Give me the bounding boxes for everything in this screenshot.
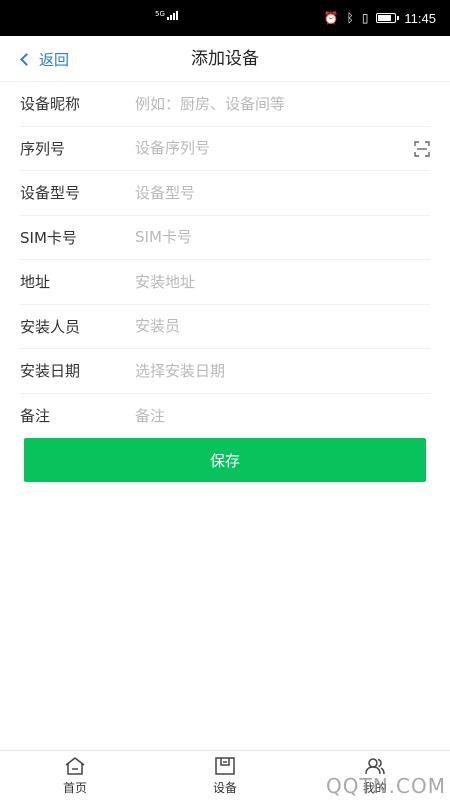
field-label: 设备昵称 bbox=[20, 95, 81, 114]
field-label: 备注 bbox=[20, 407, 51, 426]
network-type: 5G bbox=[155, 10, 165, 18]
device-icon bbox=[214, 756, 236, 776]
tab-label: 我的 bbox=[362, 780, 387, 795]
signal-icon: 5G bbox=[155, 11, 178, 20]
form-row-sim: SIM卡号 bbox=[20, 216, 430, 260]
install-date-picker[interactable] bbox=[135, 350, 430, 391]
nickname-input[interactable] bbox=[135, 83, 430, 124]
form-row-remark: 备注 bbox=[20, 394, 430, 439]
alarm-icon: ⏰ bbox=[323, 11, 339, 25]
add-device-form: 设备昵称 序列号 设备型号 SIM卡号 地址 安装人员 安装日期 备注 bbox=[0, 82, 450, 438]
address-input[interactable] bbox=[135, 261, 430, 302]
back-label: 返回 bbox=[39, 50, 70, 69]
tab-label: 设备 bbox=[212, 780, 237, 795]
tab-bar: 首页 设备 我的 bbox=[0, 750, 450, 800]
tab-mine[interactable]: 我的 bbox=[300, 751, 450, 800]
form-row-address: 地址 bbox=[20, 260, 430, 305]
tab-home[interactable]: 首页 bbox=[0, 751, 150, 800]
form-row-installer: 安装人员 bbox=[20, 305, 430, 349]
serial-number-input[interactable] bbox=[135, 128, 430, 169]
bluetooth-icon: ᛒ bbox=[346, 11, 354, 25]
scan-icon[interactable] bbox=[414, 140, 430, 157]
form-row-serial: 序列号 bbox=[20, 127, 430, 171]
field-label: 设备型号 bbox=[20, 184, 81, 203]
sim-number-input[interactable] bbox=[135, 217, 430, 258]
field-label: 安装日期 bbox=[20, 362, 81, 381]
form-row-install-date: 安装日期 bbox=[20, 349, 430, 394]
form-row-model: 设备型号 bbox=[20, 171, 430, 216]
remark-input[interactable] bbox=[135, 395, 430, 436]
nav-header: 返回 添加设备 bbox=[0, 36, 450, 82]
battery-icon bbox=[376, 13, 400, 23]
field-label: 安装人员 bbox=[20, 317, 81, 336]
model-input[interactable] bbox=[135, 172, 430, 213]
installer-input[interactable] bbox=[135, 306, 430, 347]
status-bar: 5G ⏰ ᛒ ▯ 11:45 bbox=[0, 0, 450, 36]
back-button[interactable]: 返回 bbox=[20, 36, 70, 82]
user-icon bbox=[364, 756, 386, 776]
field-label: SIM卡号 bbox=[20, 228, 77, 247]
vibrate-icon: ▯ bbox=[361, 11, 369, 25]
field-label: 序列号 bbox=[20, 139, 66, 158]
clock: 11:45 bbox=[404, 10, 436, 26]
form-row-nickname: 设备昵称 bbox=[20, 82, 430, 127]
home-icon bbox=[64, 756, 86, 776]
tab-device[interactable]: 设备 bbox=[150, 751, 300, 800]
chevron-left-icon bbox=[20, 53, 33, 66]
tab-label: 首页 bbox=[62, 780, 87, 795]
save-button[interactable]: 保存 bbox=[24, 438, 426, 482]
field-label: 地址 bbox=[20, 273, 51, 292]
